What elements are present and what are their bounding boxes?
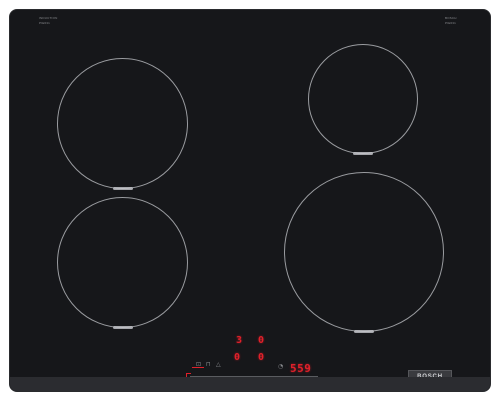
zone-level-front-left: 0 (234, 352, 241, 363)
lock-icon[interactable]: ⊡ (196, 362, 201, 368)
hob-frame-edge (10, 377, 490, 391)
timer-display: 559 (290, 362, 312, 375)
model-sublabel-left: PIE631 (39, 21, 51, 25)
model-sublabel-right: PIE631 (445, 21, 457, 25)
cooking-zone-front-left (57, 197, 188, 329)
cooking-zone-rear-left (57, 58, 188, 190)
timer-icon[interactable]: ◔ (278, 364, 283, 370)
zone-marker (354, 330, 374, 333)
zone-level-rear-left: 3 (236, 335, 243, 346)
warning-icon[interactable]: △ (216, 362, 221, 368)
zone-level-front-right: 0 (258, 352, 265, 363)
zone-level-rear-right: 0 (258, 335, 265, 346)
induction-hob: INDUCTION PIE631 BOSCH PIE631 3 0 0 0 ⊡ … (9, 9, 491, 392)
zone-marker (112, 187, 133, 190)
model-label-left: INDUCTION (39, 16, 58, 20)
zone-marker (353, 152, 373, 155)
wipe-protection-icon[interactable]: ⊓ (206, 362, 211, 368)
model-label-right: BOSCH (445, 16, 457, 20)
zone-marker (112, 326, 133, 329)
photo-scene: INDUCTION PIE631 BOSCH PIE631 3 0 0 0 ⊡ … (0, 0, 500, 400)
cooking-zone-front-right (284, 172, 444, 333)
cooking-zone-rear-right (308, 44, 418, 155)
